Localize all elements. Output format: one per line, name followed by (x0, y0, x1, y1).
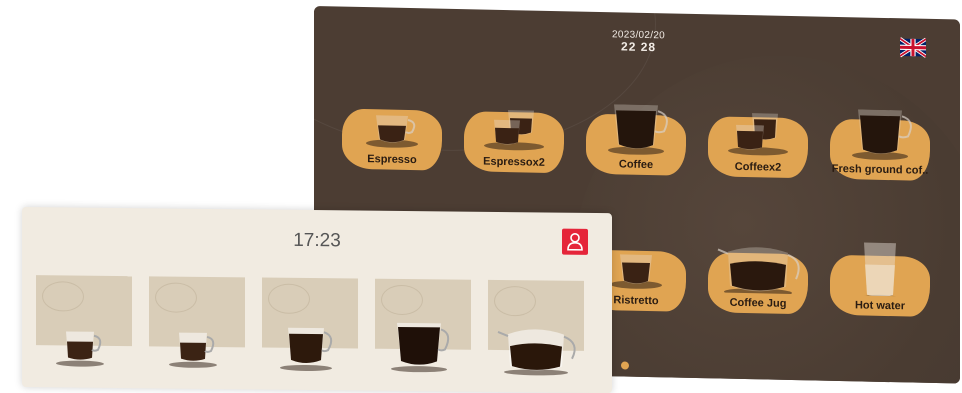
drink-tile-coffee[interactable]: Coffee (586, 104, 690, 178)
time-label: 22 28 (621, 39, 657, 55)
user-icon (567, 232, 583, 251)
drink-tile-hot-water[interactable]: Hot water (830, 242, 934, 319)
espresso-cup-icon (56, 331, 104, 367)
hot-water-glass-icon (858, 242, 902, 297)
coffee-jug-icon (717, 247, 800, 295)
espresso-cup-icon (366, 115, 418, 148)
drink-tile-coffeex2[interactable]: Coffeex2 (708, 106, 812, 180)
user-button[interactable] (562, 228, 588, 255)
coffee-cup-icon (280, 327, 333, 371)
drink-tile-espresso[interactable]: Espresso (342, 99, 446, 173)
drink-tile-coffee-jug[interactable]: Coffee Jug (708, 242, 812, 316)
drink-label: Coffeex2 (734, 160, 782, 174)
espresso-cup-icon (169, 332, 217, 368)
drink-label: Coffee Jug (729, 296, 787, 310)
fresh-ground-coffee-cup-icon (852, 109, 912, 160)
coffee-jug-icon (497, 329, 576, 376)
date-time-display: 2023/02/20 22 28 (612, 29, 665, 54)
double-coffee-cup-icon (728, 113, 788, 156)
double-espresso-cup-icon (484, 110, 544, 151)
large-coffee-cup-icon (391, 322, 450, 373)
drink-label: Hot water (854, 299, 906, 313)
uk-flag-icon[interactable] (900, 35, 926, 60)
coffee-cup-icon (608, 104, 668, 155)
drink-label: Fresh ground cof.. (831, 162, 929, 177)
drink-label: Espresso (367, 153, 417, 167)
time-label: 17:23 (293, 229, 341, 252)
light-coffee-machine-screen: 17:23 (22, 207, 612, 393)
drink-tile-fresh-ground-coffee[interactable]: Fresh ground cof.. (830, 109, 934, 183)
drink-tile-espressox2[interactable]: Espressox2 (464, 101, 568, 175)
drink-label: Coffee (618, 158, 654, 172)
page-indicator-dot[interactable] (621, 361, 629, 370)
drink-label: Espressox2 (483, 155, 545, 169)
